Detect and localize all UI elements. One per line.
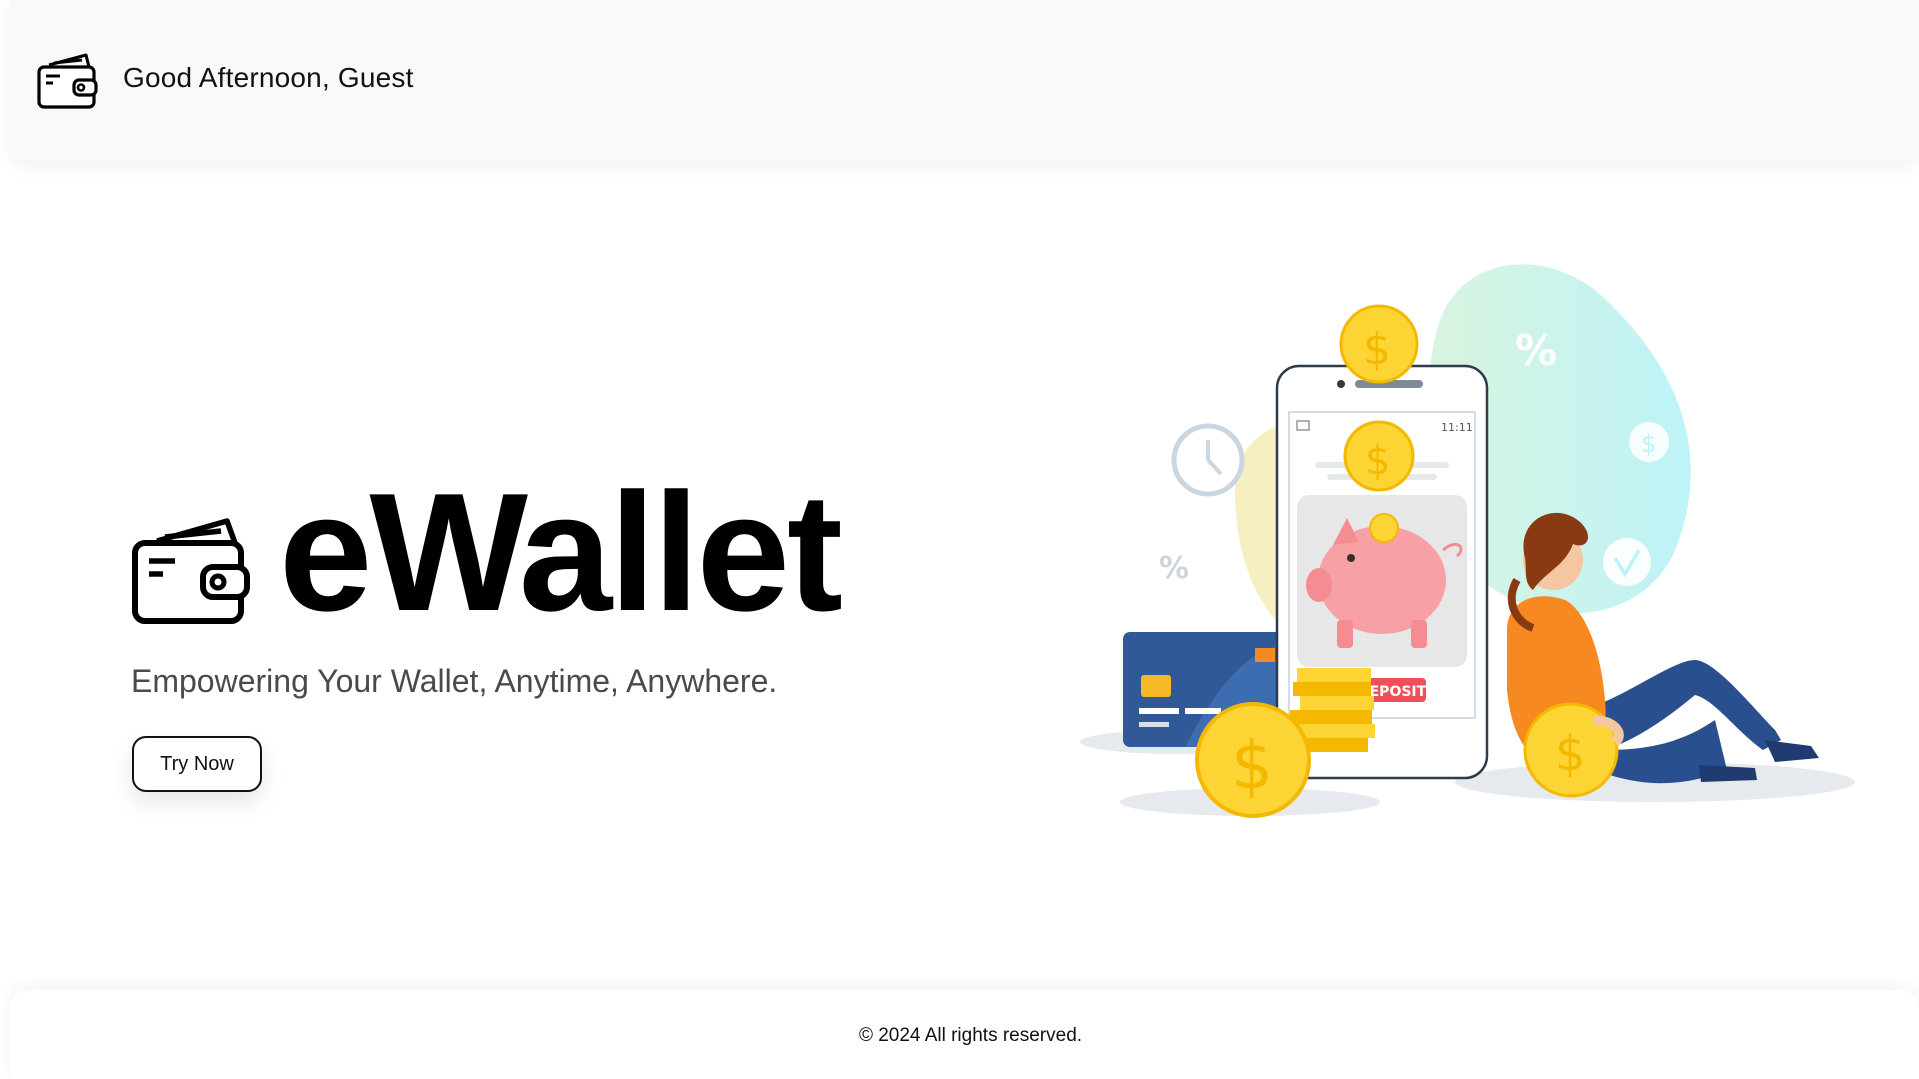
hero-tagline: Empowering Your Wallet, Anytime, Anywher… bbox=[131, 663, 778, 699]
hero-illustration: % % $ 11:11 DEPOSIT $ $ $ $ bbox=[1075, 250, 1875, 830]
svg-text:$: $ bbox=[1365, 438, 1390, 484]
wallet-icon bbox=[131, 515, 251, 627]
page-footer: © 2024 All rights reserved. bbox=[10, 990, 1919, 1079]
percent-icon: % bbox=[1159, 551, 1189, 586]
brand-title: eWallet bbox=[279, 458, 843, 646]
wallet-icon bbox=[36, 52, 98, 110]
check-icon bbox=[1603, 538, 1651, 586]
top-header: Good Afternoon, Guest bbox=[10, 0, 1919, 161]
greeting-text: Good Afternoon, Guest bbox=[123, 62, 414, 93]
try-now-button[interactable]: Try Now bbox=[132, 736, 262, 792]
svg-text:$: $ bbox=[1363, 324, 1391, 375]
svg-text:$: $ bbox=[1231, 727, 1273, 804]
brand-row: eWallet bbox=[131, 468, 951, 638]
percent-icon: % bbox=[1515, 326, 1557, 375]
copyright-text: © 2024 All rights reserved. bbox=[858, 1025, 1083, 1046]
svg-text:11:11: 11:11 bbox=[1441, 421, 1473, 434]
svg-text:$: $ bbox=[1641, 430, 1656, 458]
clock-icon bbox=[1171, 423, 1245, 497]
svg-text:$: $ bbox=[1555, 726, 1586, 782]
